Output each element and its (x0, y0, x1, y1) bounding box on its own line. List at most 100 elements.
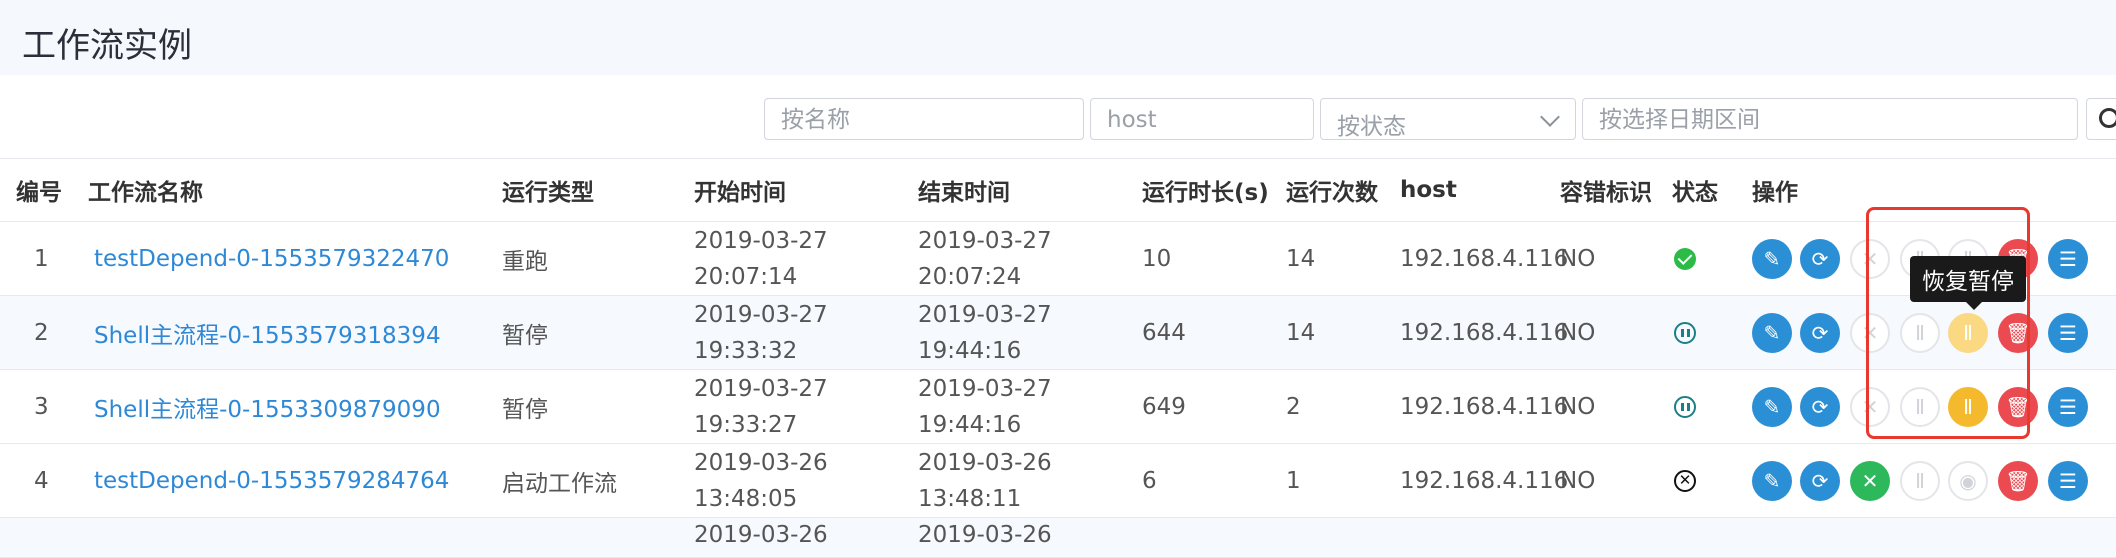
start-date: 2019-03-27 (694, 375, 828, 402)
edit-button[interactable]: ✎ (1752, 461, 1792, 501)
delete-button[interactable]: 🗑 (1998, 387, 2038, 427)
close-circle-icon: ✕ (1861, 247, 1879, 271)
table-row: 2019-03-26 2019-03-26 (0, 518, 2116, 558)
trash-icon: 🗑 (2005, 395, 2031, 419)
status-cell (1674, 296, 1696, 369)
recover-failed-button[interactable]: ✕ (1850, 239, 1890, 279)
delete-button[interactable]: 🗑 (1998, 313, 2038, 353)
header-start-time: 开始时间 (694, 180, 786, 206)
pause-button[interactable]: Ⅱ (1900, 461, 1940, 501)
pause-button[interactable]: Ⅱ (1900, 313, 1940, 353)
duration: 649 (1142, 393, 1186, 420)
gantt-button[interactable]: ☰ (2048, 313, 2088, 353)
workflow-name-link[interactable]: testDepend-0-1553579322470 (94, 222, 449, 295)
pause-icon: Ⅱ (1915, 469, 1925, 493)
pause-icon: Ⅱ (1915, 395, 1925, 419)
host: 192.168.4.116 (1400, 393, 1569, 420)
header-status: 状态 (1672, 180, 1718, 206)
rerun-button[interactable]: ⟳ (1800, 313, 1840, 353)
name-filter-field[interactable] (764, 98, 1084, 140)
workflow-name-link[interactable]: Shell主流程-0-1553579318394 (94, 296, 441, 369)
trash-icon: 🗑 (2005, 469, 2031, 493)
close-circle-icon: ✕ (1861, 469, 1879, 493)
edit-button[interactable]: ✎ (1752, 313, 1792, 353)
row-index: 4 (34, 467, 49, 494)
delete-button[interactable]: 🗑 (1998, 461, 2038, 501)
run-count: 14 (1286, 319, 1316, 346)
table-row: 4 testDepend-0-1553579284764 启动工作流 2019-… (0, 444, 2116, 518)
end-date: 2019-03-27 (918, 375, 1052, 402)
host-filter-input[interactable] (1107, 107, 1297, 133)
edit-button[interactable]: ✎ (1752, 239, 1792, 279)
recover-failed-button[interactable]: ✕ (1850, 461, 1890, 501)
table-row: 3 Shell主流程-0-1553309879090 暂停 2019-03-27… (0, 370, 2116, 444)
gantt-button[interactable]: ☰ (2048, 387, 2088, 427)
edit-icon: ✎ (1763, 469, 1781, 493)
pause-button[interactable]: Ⅱ (1900, 387, 1940, 427)
status-filter-select[interactable]: 按状态 (1320, 98, 1576, 140)
status-filter-placeholder: 按状态 (1337, 114, 1406, 140)
end-date: 2019-03-26 (918, 449, 1052, 476)
close-circle-icon: ✕ (1861, 395, 1879, 419)
start-time: 2019-03-27 19:33:32 (694, 296, 828, 369)
gantt-icon: ☰ (2059, 469, 2077, 493)
end-clock: 19:44:16 (918, 411, 1022, 438)
date-range-input[interactable] (1599, 107, 2061, 133)
start-clock: 20:07:14 (694, 263, 798, 290)
recover-pause-button[interactable]: Ⅱ (1948, 387, 1988, 427)
run-type: 重跑 (502, 248, 548, 275)
recover-pause-button[interactable]: Ⅱ (1948, 313, 1988, 353)
fault-tolerance: NO (1560, 319, 1596, 346)
start-date: 2019-03-27 (694, 301, 828, 328)
header-end-time: 结束时间 (918, 180, 1010, 206)
run-type: 启动工作流 (502, 470, 617, 497)
rerun-button[interactable]: ⟳ (1800, 387, 1840, 427)
recover-failed-button[interactable]: ✕ (1850, 313, 1890, 353)
gantt-button[interactable]: ☰ (2048, 239, 2088, 279)
workflow-name-link[interactable]: Shell主流程-0-1553309879090 (94, 370, 441, 443)
start-date: 2019-03-26 (694, 449, 828, 476)
name-filter-input[interactable] (781, 107, 1067, 133)
run-count: 14 (1286, 245, 1316, 272)
header-fault-tolerance: 容错标识 (1560, 180, 1652, 206)
host: 192.168.4.116 (1400, 319, 1569, 346)
recover-failed-button[interactable]: ✕ (1850, 387, 1890, 427)
search-button[interactable] (2086, 98, 2116, 140)
duration: 644 (1142, 319, 1186, 346)
page-title: 工作流实例 (22, 26, 192, 66)
rerun-button[interactable]: ⟳ (1800, 461, 1840, 501)
end-time: 2019-03-27 19:44:16 (918, 370, 1052, 443)
workflow-name-link[interactable]: testDepend-0-1553579284764 (94, 444, 449, 517)
pause-resume-icon: Ⅱ (1963, 321, 1973, 345)
success-icon (1674, 247, 1696, 270)
start-clock: 19:33:32 (694, 337, 798, 364)
stop-button[interactable]: ◉ (1948, 461, 1988, 501)
header-actions: 操作 (1752, 180, 1798, 206)
gantt-button[interactable]: ☰ (2048, 461, 2088, 501)
tooltip: 恢复暂停 (1910, 256, 2026, 310)
table-row: 1 testDepend-0-1553579322470 重跑 2019-03-… (0, 222, 2116, 296)
table-header-row: 编号 工作流名称 运行类型 开始时间 结束时间 运行时长(s) 运行次数 hos… (0, 158, 2116, 222)
rerun-button[interactable]: ⟳ (1800, 239, 1840, 279)
trash-icon: 🗑 (2005, 321, 2031, 345)
header-duration: 运行时长(s) (1142, 180, 1269, 206)
search-icon (2099, 108, 2116, 128)
date-range-field[interactable] (1582, 98, 2078, 140)
end-clock: 19:44:16 (918, 337, 1022, 364)
run-count: 1 (1286, 467, 1301, 494)
start-clock: 19:33:27 (694, 411, 798, 438)
start-time: 2019-03-26 13:48:05 (694, 444, 828, 517)
host: 192.168.4.116 (1400, 467, 1569, 494)
start-clock: 13:48:05 (694, 485, 798, 512)
gantt-icon: ☰ (2059, 321, 2077, 345)
host-filter-field[interactable] (1090, 98, 1314, 140)
status-cell (1674, 222, 1696, 295)
end-date: 2019-03-27 (918, 301, 1052, 328)
paused-icon (1674, 321, 1696, 344)
filter-bar: 按状态 (0, 98, 2116, 142)
edit-button[interactable]: ✎ (1752, 387, 1792, 427)
refresh-icon: ⟳ (1811, 469, 1829, 493)
page-header: 工作流实例 (0, 0, 2116, 75)
gantt-icon: ☰ (2059, 247, 2077, 271)
end-clock: 20:07:24 (918, 263, 1022, 290)
